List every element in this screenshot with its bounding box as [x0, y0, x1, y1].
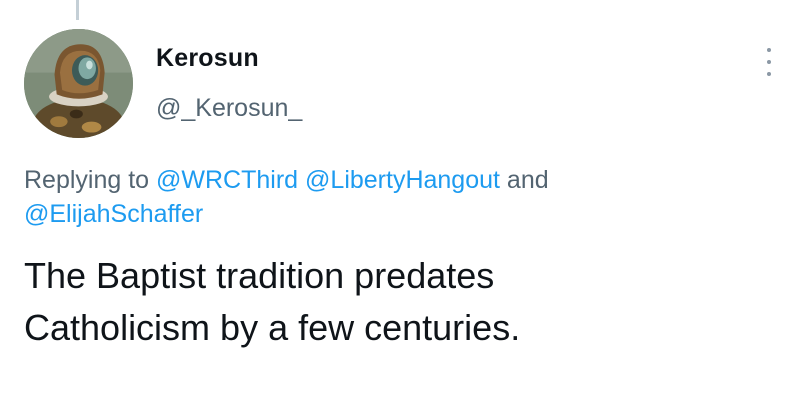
avatar-image: [24, 29, 133, 138]
more-vertical-icon[interactable]: [757, 46, 781, 78]
avatar[interactable]: [24, 29, 133, 138]
author-handle[interactable]: @_Kerosun_: [156, 94, 302, 123]
more-dot: [767, 48, 771, 52]
thread-connector-line: [76, 0, 79, 20]
replying-to-label: Replying to: [24, 166, 150, 194]
tweet-text-line: Catholicism by a few centuries.: [24, 307, 521, 348]
replying-to-line: Replying to @WRCThird @LibertyHangout an…: [24, 163, 744, 231]
mention-link-elijahschaffer[interactable]: @ElijahSchaffer: [24, 200, 203, 228]
mention-link-wrcthird[interactable]: @WRCThird: [156, 166, 298, 194]
tweet-text: The Baptist tradition predates Catholici…: [24, 250, 764, 354]
mention-link-libertyhangout[interactable]: @LibertyHangout: [305, 166, 500, 194]
author-display-name[interactable]: Kerosun: [156, 44, 259, 73]
replying-to-conjunction: and: [506, 166, 549, 194]
tweet-text-line: The Baptist tradition predates: [24, 255, 495, 296]
more-dot: [767, 72, 771, 76]
more-dot: [767, 60, 771, 64]
